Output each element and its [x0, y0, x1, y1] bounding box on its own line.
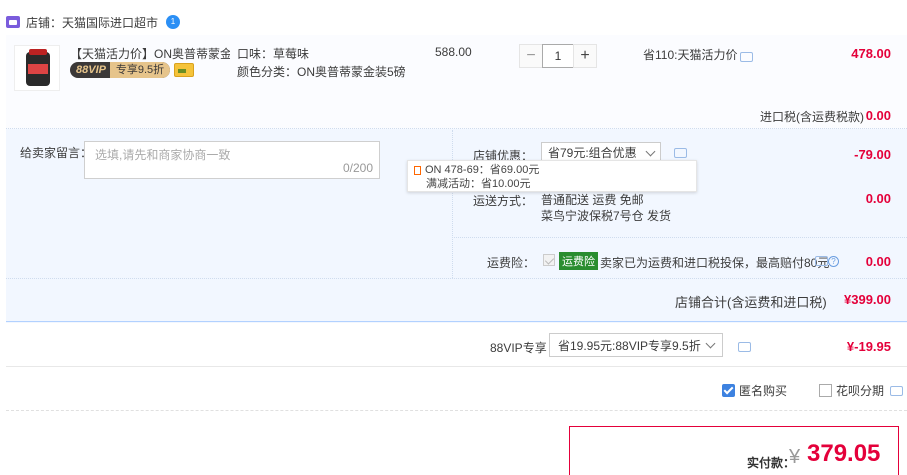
huabei-checkbox[interactable]	[819, 384, 832, 397]
tooltip-line-2: 满减活动：省10.00元	[426, 178, 531, 190]
comment-icon[interactable]	[674, 148, 687, 158]
qty-minus-button[interactable]: −	[519, 44, 543, 68]
comment-icon[interactable]	[738, 342, 751, 352]
shipping-method: 普通配送 运费 免邮	[541, 193, 644, 207]
seller-message-input[interactable]	[85, 142, 379, 168]
shipping-value: 0.00	[865, 191, 891, 206]
help-icon[interactable]: ?	[828, 256, 839, 267]
divider	[6, 410, 907, 411]
tooltip-line-1: ON 478-69：省69.00元	[425, 164, 540, 176]
payment-label: 实付款：	[747, 456, 796, 470]
vip-discount-value: ¥-19.95	[846, 339, 891, 354]
shipping-detail: 普通配送 运费 免邮 菜鸟宁波保税7号仓 发货	[541, 192, 671, 224]
flavor-attr: 口味：草莓味	[237, 47, 310, 61]
comment-icon[interactable]	[740, 52, 753, 62]
insurance-tag: 运费险	[559, 252, 598, 270]
color-category-attr: 颜色分类：ON奥普蒂蒙金装5磅	[237, 65, 406, 79]
import-tax-label: 进口税(含运费税款)	[760, 110, 864, 124]
chevron-down-icon	[645, 146, 656, 157]
message-char-count: 0/200	[342, 161, 373, 175]
anonymous-checkbox[interactable]	[722, 384, 735, 397]
comment-icon[interactable]	[890, 385, 904, 396]
payment-currency: ¥	[789, 446, 801, 468]
anonymous-purchase-option[interactable]: 匿名购买	[722, 382, 787, 399]
tag-icon	[414, 165, 421, 175]
qty-plus-button[interactable]: +	[573, 44, 597, 68]
vip-discount-label: 88VIP专享	[490, 341, 547, 355]
unit-price: 588.00	[435, 45, 472, 59]
shop-icon	[6, 16, 20, 28]
insurance-checkbox[interactable]	[543, 254, 555, 266]
vip-badge-discount: 专享9.5折	[109, 62, 170, 78]
vip-discount-select[interactable]: 省19.95元:88VIP专享9.5折	[549, 333, 723, 357]
vip-discount-selected: 省19.95元:88VIP专享9.5折	[558, 338, 701, 353]
insurance-label: 运费险：	[487, 256, 536, 270]
coupon-tooltip: ON 478-69：省69.00元 满减活动：省10.00元	[407, 160, 697, 192]
item-subtotal: 478.00	[851, 46, 891, 61]
qty-input[interactable]: 1	[542, 44, 574, 68]
huabei-label: 花呗分期	[836, 384, 885, 398]
shop-coupon-value: -79.00	[854, 147, 891, 162]
product-thumbnail[interactable]	[14, 45, 60, 91]
comment-icon[interactable]	[815, 256, 828, 266]
product-attributes: 口味：草莓味 颜色分类：ON奥普蒂蒙金装5磅	[237, 45, 406, 81]
vip-badge: 88VIP 专享9.5折	[70, 62, 170, 78]
shop-header: 店铺：天猫国际进口超市 1	[0, 10, 907, 34]
wangwang-chat-icon[interactable]: 1	[166, 15, 181, 29]
huabei-installment-option[interactable]: 花呗分期	[819, 382, 904, 399]
shipping-warehouse: 菜鸟宁波保税7号仓 发货	[541, 209, 672, 223]
insurance-value: 0.00	[865, 254, 891, 269]
shipping-label: 运送方式：	[473, 194, 534, 208]
shop-name[interactable]: 店铺：天猫国际进口超市	[26, 14, 158, 31]
seller-message-label: 给卖家留言：	[20, 146, 93, 160]
divider	[6, 366, 907, 367]
vip-badge-label: 88VIP	[76, 64, 106, 76]
divider	[452, 237, 907, 238]
seller-message-field[interactable]: 0/200	[84, 141, 380, 179]
shop-total-value: ¥399.00	[844, 292, 891, 307]
insurance-text: 卖家已为运费和进口税投保，最高赔付80元	[600, 256, 830, 270]
item-promo: 省110:天猫活力价	[643, 48, 738, 62]
chevron-down-icon	[705, 338, 716, 349]
payment-amount: 379.05	[807, 440, 881, 467]
credit-card-icon	[174, 63, 194, 77]
import-tax-value: 0.00	[865, 108, 891, 123]
anonymous-label: 匿名购买	[739, 384, 788, 398]
product-title[interactable]: 【天猫活力价】ON奥普蒂蒙金...	[70, 45, 230, 62]
shop-total-label: 店铺合计(含运费和进口税)	[675, 295, 827, 310]
quantity-stepper: − 1 +	[519, 44, 597, 68]
